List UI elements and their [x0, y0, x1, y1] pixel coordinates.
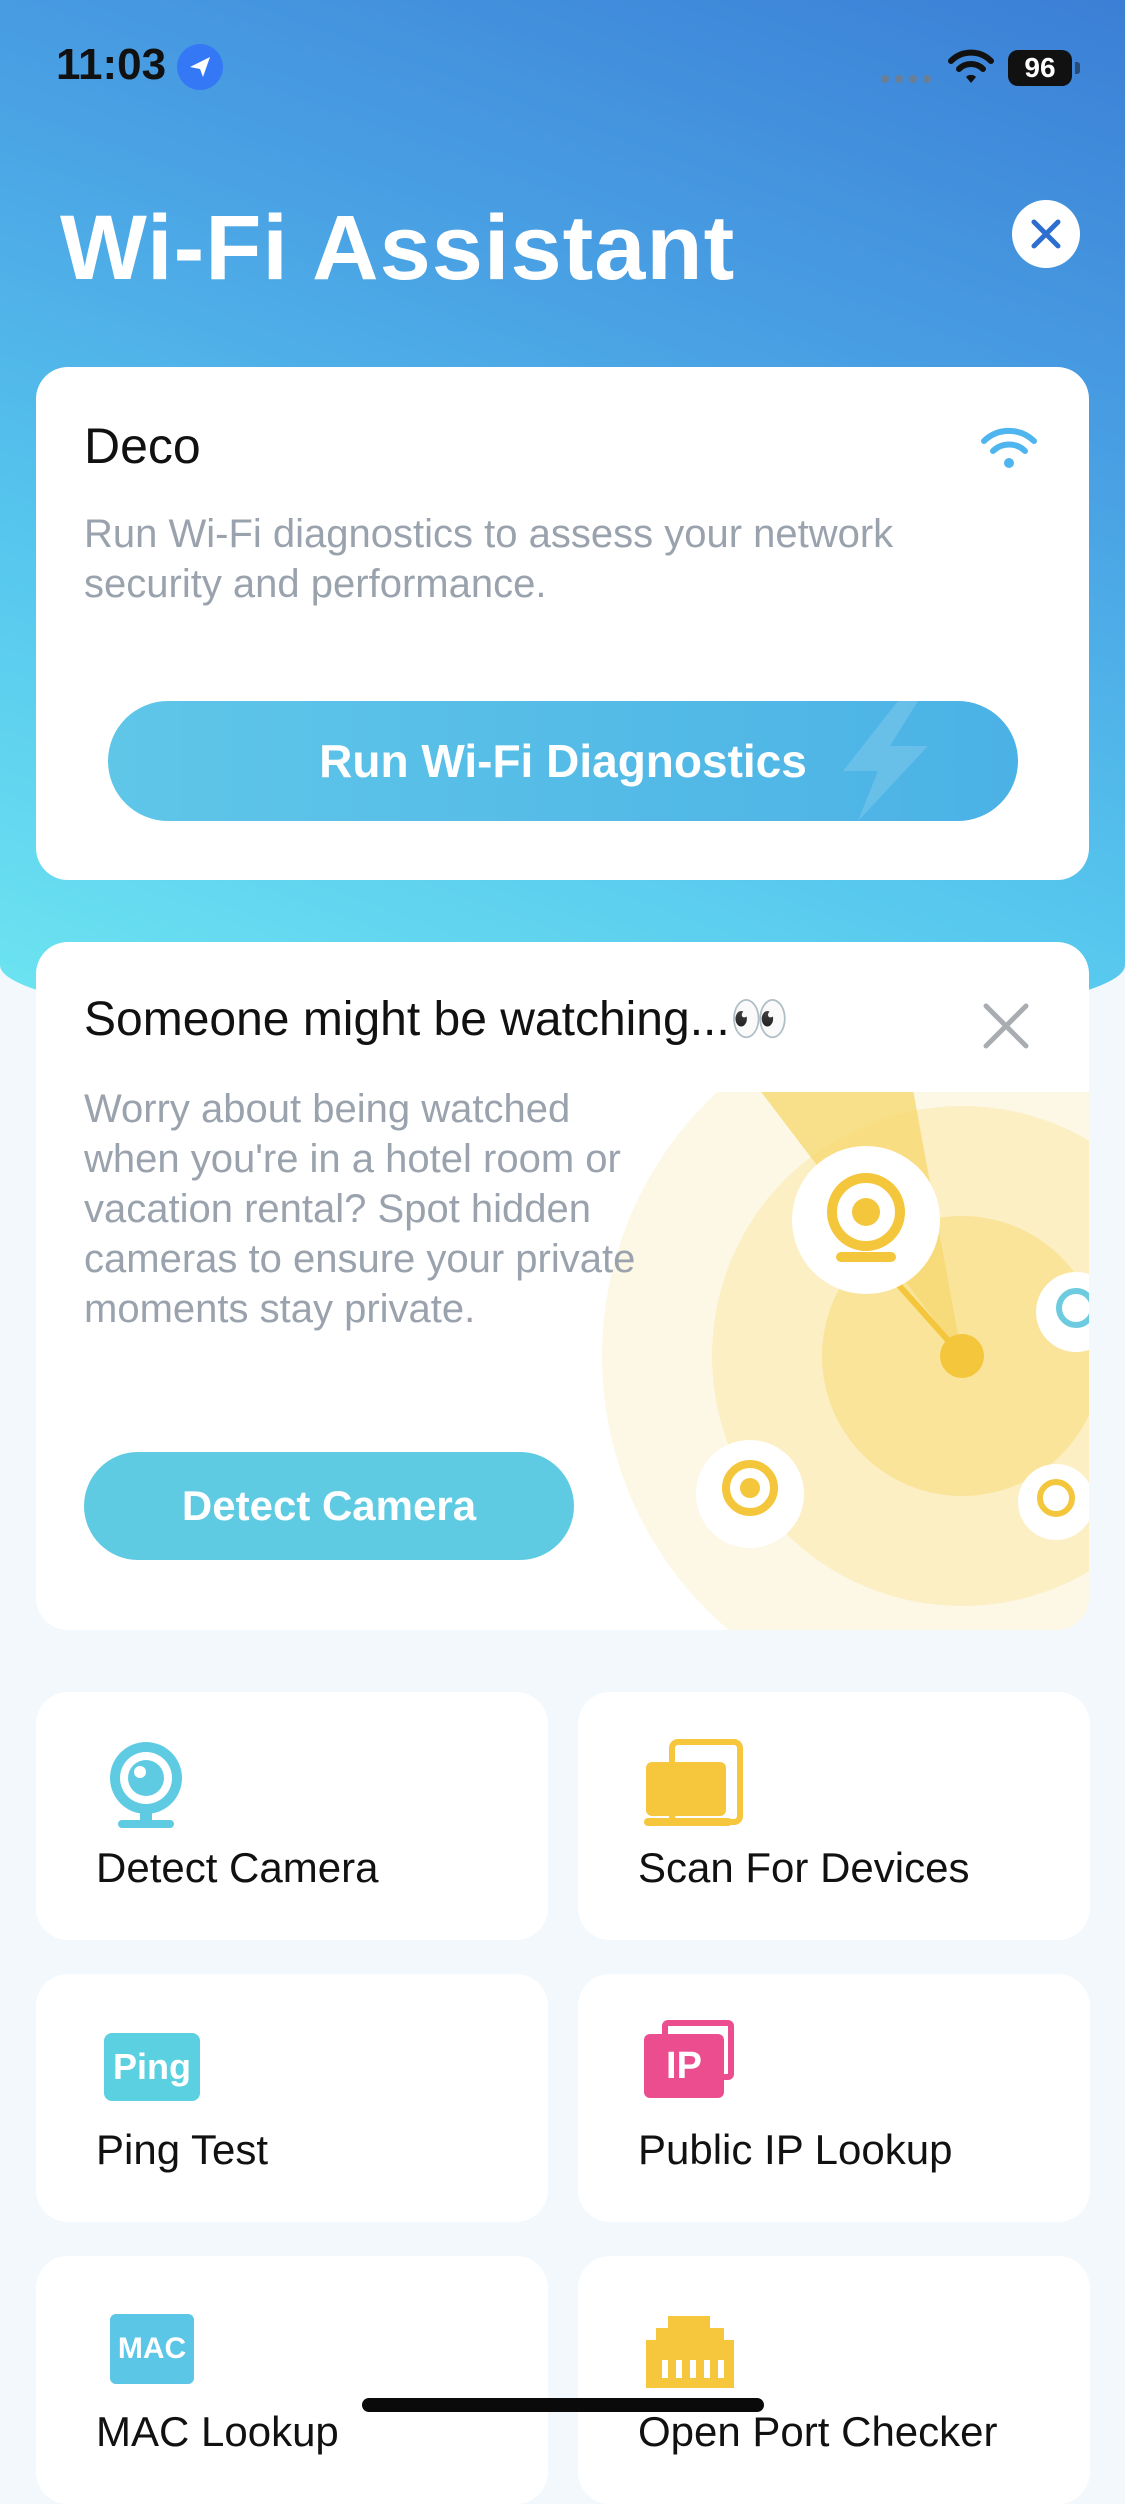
ping-icon: Ping: [102, 2020, 202, 2114]
tool-label: Public IP Lookup: [638, 2126, 953, 2173]
home-indicator: [362, 2398, 764, 2412]
tool-ping-test[interactable]: Ping Ping Test: [36, 1974, 548, 2222]
tool-label: Ping Test: [96, 2126, 268, 2173]
tool-label: MAC Lookup: [96, 2408, 339, 2455]
battery-indicator: 96: [1008, 50, 1072, 86]
camera-promo-description: Worry about being watched when you're in…: [84, 1087, 636, 1331]
camera-radar-illustration: [602, 1092, 1089, 1630]
mac-badge: MAC: [110, 2314, 194, 2384]
deco-card: Deco Run Wi-Fi diagnostics to assess you…: [36, 367, 1089, 880]
camera-promo-card: Someone might be watching...👀 Worry abou…: [36, 942, 1089, 1630]
camera-icon: [110, 1742, 182, 1828]
tool-open-port[interactable]: Open Port Checker: [578, 2256, 1090, 2504]
tool-label: Detect Camera: [96, 1844, 379, 1891]
deco-description: Run Wi-Fi diagnostics to assess your net…: [84, 512, 894, 606]
status-time: 11:03: [56, 40, 167, 89]
camera-promo-title: Someone might be watching...👀: [84, 993, 790, 1046]
devices-icon: [644, 1739, 743, 1826]
mac-icon: MAC: [102, 2302, 202, 2396]
tool-label: Open Port Checker: [638, 2408, 998, 2455]
tool-label: Scan For Devices: [638, 1844, 970, 1891]
detect-camera-button[interactable]: Detect Camera: [84, 1452, 574, 1560]
close-button[interactable]: [1012, 200, 1080, 268]
location-arrow-icon: [177, 44, 223, 90]
ip-badge: IP: [644, 2034, 724, 2098]
port-icon: [646, 2316, 734, 2388]
tool-detect-camera[interactable]: Detect Camera: [36, 1692, 548, 1940]
lightning-icon: [843, 701, 928, 821]
wifi-status-icon: [948, 49, 994, 83]
cellular-signal-icon: [881, 75, 931, 83]
wifi-icon: [981, 427, 1037, 468]
run-diagnostics-button[interactable]: Run Wi-Fi Diagnostics: [108, 701, 1018, 821]
close-icon: [1031, 219, 1061, 249]
page-title: Wi-Fi Assistant: [60, 197, 736, 299]
tool-public-ip[interactable]: IP Public IP Lookup: [578, 1974, 1090, 2222]
tool-mac-lookup[interactable]: MAC MAC Lookup: [36, 2256, 548, 2504]
ping-badge: Ping: [104, 2033, 200, 2101]
ip-icon: IP: [644, 2020, 744, 2114]
battery-tip: [1075, 62, 1080, 74]
run-diagnostics-label: Run Wi-Fi Diagnostics: [319, 735, 807, 787]
network-name: Deco: [84, 418, 201, 474]
dismiss-icon[interactable]: [980, 1000, 1032, 1052]
tool-scan-devices[interactable]: Scan For Devices: [578, 1692, 1090, 1940]
